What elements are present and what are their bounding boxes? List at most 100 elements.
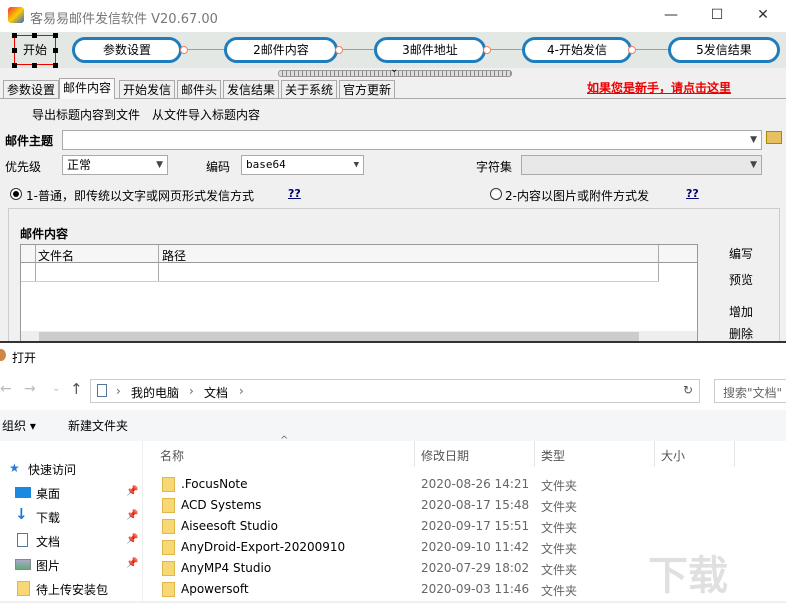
radio-image-label[interactable]: 2-内容以图片或附件方式发 <box>505 187 649 204</box>
nav-quick-access[interactable]: 快速访问 <box>28 461 76 478</box>
watermark: 下载 <box>648 553 728 599</box>
collapse-chevron-icon[interactable]: ⌄ <box>390 64 398 75</box>
file-date: 2020-08-17 15:48 <box>421 498 530 512</box>
recent-chevron-icon[interactable]: ⌄ <box>52 383 60 394</box>
file-name: .FocusNote <box>181 477 248 491</box>
up-icon[interactable]: ↑ <box>70 380 83 398</box>
flow-step-5[interactable]: 5发信结果 <box>668 37 780 63</box>
column-type[interactable]: 类型 <box>541 447 565 464</box>
folder-icon <box>162 540 175 555</box>
workflow-bar: 开始 参数设置 2邮件内容 3邮件地址 4-开始发信 5发信结果 <box>0 32 786 68</box>
documents-icon <box>97 384 107 397</box>
breadcrumb-pc[interactable]: 我的电脑 <box>131 384 179 401</box>
priority-label: 优先级 <box>5 160 42 174</box>
nav-desktop[interactable]: 桌面 <box>36 485 60 502</box>
file-type: 文件夹 <box>541 584 578 598</box>
tab-headers[interactable]: 邮件头 <box>177 80 222 99</box>
tab-about[interactable]: 关于系统 <box>281 80 338 99</box>
file-date: 2020-07-29 18:02 <box>421 561 530 575</box>
file-date: 2020-09-03 11:46 <box>421 582 530 596</box>
column-size[interactable]: 大小 <box>661 447 685 464</box>
help-link-2[interactable]: ?? <box>686 187 699 200</box>
documents-icon <box>17 533 28 547</box>
subject-input[interactable]: ▼ <box>62 130 762 150</box>
star-icon: ★ <box>9 461 20 475</box>
file-type: 文件夹 <box>541 563 578 577</box>
file-row[interactable]: .FocusNote 2020-08-26 14:21 文件夹 <box>160 474 760 495</box>
file-row[interactable]: Aiseesoft Studio 2020-09-17 15:51 文件夹 <box>160 516 760 537</box>
folder-icon <box>17 581 30 596</box>
priority-select[interactable]: 正常 ▼ <box>62 155 168 175</box>
import-button[interactable]: 从文件导入标题内容 <box>152 106 260 123</box>
flow-step-4[interactable]: 4-开始发信 <box>522 37 632 63</box>
file-type: 文件夹 <box>541 500 578 514</box>
export-button[interactable]: 导出标题内容到文件 <box>32 106 140 123</box>
file-date: 2020-08-26 14:21 <box>421 477 530 491</box>
title-bar: 客易易邮件发信软件 V20.67.00 — ☐ ✕ <box>0 0 786 32</box>
file-date: 2020-09-17 15:51 <box>421 519 530 533</box>
nav-documents[interactable]: 文档 <box>36 533 60 550</box>
help-link-1[interactable]: ?? <box>288 187 301 200</box>
preview-button[interactable]: 预览 <box>729 271 753 288</box>
attachment-table[interactable]: 文件名 路径 <box>20 244 698 344</box>
open-file-dialog: 打开 ← → ⌄ ↑ › 我的电脑 › 文档 › ↻ 搜索"文档" 组织 ▾ 新… <box>0 341 786 603</box>
file-type: 文件夹 <box>541 521 578 535</box>
organize-button[interactable]: 组织 ▾ <box>2 417 36 434</box>
nav-upload-folder[interactable]: 待上传安装包 <box>36 581 108 598</box>
flow-step-2[interactable]: 2邮件内容 <box>224 37 338 63</box>
address-bar[interactable]: › 我的电脑 › 文档 › ↻ <box>90 379 700 403</box>
file-name: AnyMP4 Studio <box>181 561 272 575</box>
folder-icon <box>162 519 175 534</box>
column-date[interactable]: 修改日期 <box>421 447 469 464</box>
folder-icon <box>162 498 175 513</box>
refresh-icon[interactable]: ↻ <box>683 383 693 397</box>
file-name: AnyDroid-Export-20200910 <box>181 540 346 554</box>
subject-label: 邮件主题 <box>5 134 54 148</box>
flow-step-3[interactable]: 3邮件地址 <box>374 37 486 63</box>
folder-open-icon[interactable] <box>766 131 782 144</box>
minimize-button[interactable]: — <box>648 0 694 32</box>
flow-start[interactable]: 开始 <box>14 35 56 65</box>
maximize-button[interactable]: ☐ <box>694 0 740 32</box>
dialog-title: 打开 <box>12 351 37 365</box>
breadcrumb-docs[interactable]: 文档 <box>204 384 228 401</box>
desktop-icon <box>15 487 31 498</box>
back-icon[interactable]: ← <box>0 381 12 397</box>
close-button[interactable]: ✕ <box>740 0 786 32</box>
pin-icon[interactable]: 📌 <box>126 558 138 569</box>
delete-button[interactable]: 删除 <box>729 325 753 342</box>
flow-step-1[interactable]: 参数设置 <box>72 37 182 63</box>
nav-downloads[interactable]: 下载 <box>36 509 60 526</box>
radio-normal[interactable] <box>10 188 22 200</box>
tab-update[interactable]: 官方更新 <box>339 80 396 99</box>
column-filename[interactable]: 文件名 <box>38 247 74 264</box>
pin-icon[interactable]: 📌 <box>126 534 138 545</box>
file-name: ACD Systems <box>181 498 262 512</box>
file-date: 2020-09-10 11:42 <box>421 540 530 554</box>
forward-icon[interactable]: → <box>24 381 36 397</box>
tab-params[interactable]: 参数设置 <box>3 80 60 99</box>
tab-content[interactable]: 邮件内容 <box>59 78 116 99</box>
folder-icon <box>162 582 175 597</box>
file-row[interactable]: ACD Systems 2020-08-17 15:48 文件夹 <box>160 495 760 516</box>
newbie-link[interactable]: 如果您是新手，请点击这里 <box>587 79 731 96</box>
pin-icon[interactable]: 📌 <box>126 510 138 521</box>
search-input[interactable]: 搜索"文档" <box>714 379 786 403</box>
column-path[interactable]: 路径 <box>162 247 186 264</box>
column-name[interactable]: 名称 <box>160 447 184 464</box>
edit-button[interactable]: 编写 <box>729 245 753 262</box>
file-type: 文件夹 <box>541 479 578 493</box>
tab-results[interactable]: 发信结果 <box>223 80 280 99</box>
nav-pictures[interactable]: 图片 <box>36 557 60 574</box>
charset-label: 字符集 <box>476 160 513 174</box>
download-icon: ↓ <box>15 505 28 523</box>
tab-send[interactable]: 开始发信 <box>119 80 176 99</box>
add-button[interactable]: 增加 <box>729 303 753 320</box>
charset-select[interactable]: ▼ <box>521 155 762 175</box>
encoding-select[interactable]: base64 ▼ <box>241 155 364 175</box>
new-folder-button[interactable]: 新建文件夹 <box>68 417 128 434</box>
radio-image[interactable] <box>490 188 502 200</box>
encoding-label: 编码 <box>206 160 231 174</box>
pin-icon[interactable]: 📌 <box>126 486 138 497</box>
radio-normal-label[interactable]: 1-普通，即传统以文字或网页形式发信方式 <box>26 187 254 204</box>
